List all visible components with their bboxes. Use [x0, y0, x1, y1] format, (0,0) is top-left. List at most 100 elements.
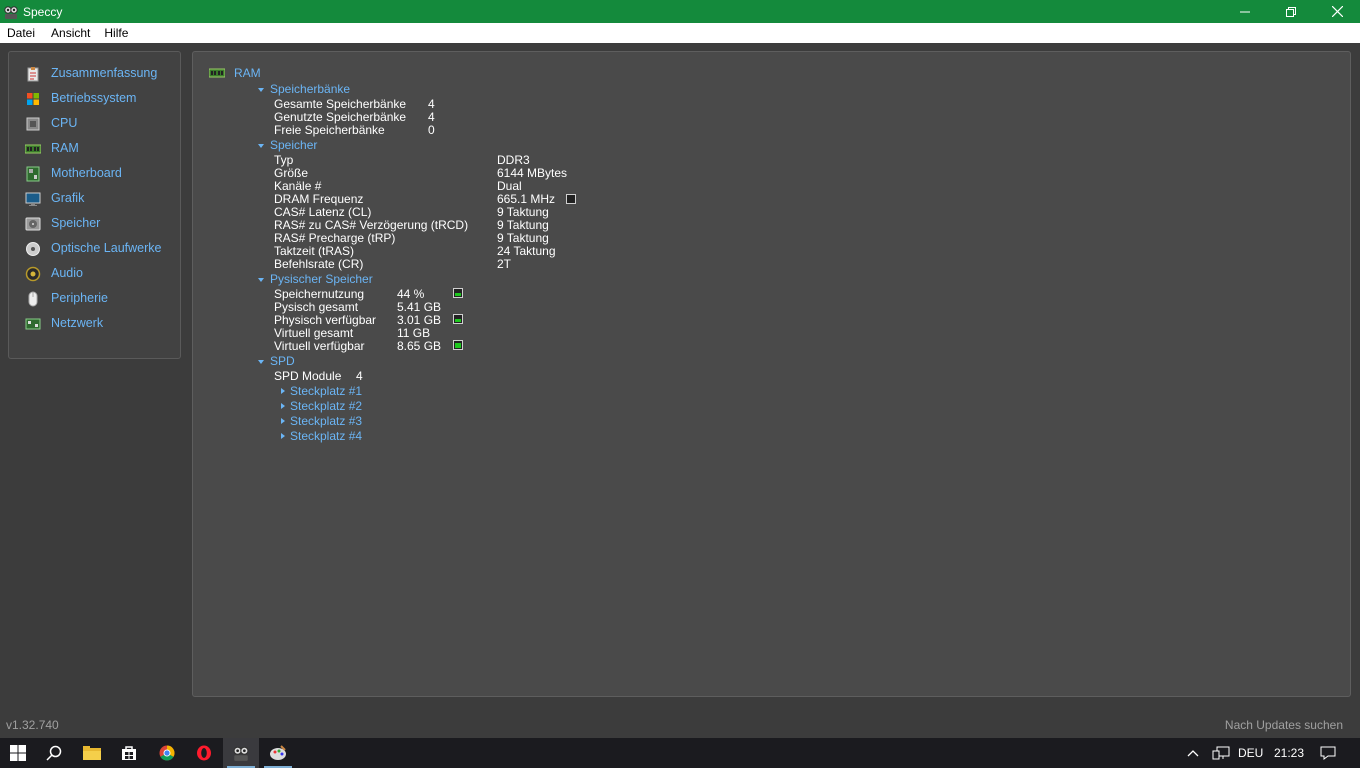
disc-icon: [25, 241, 41, 256]
expand-arrow-icon[interactable]: [281, 388, 285, 394]
sidebar-item-peripherie[interactable]: Peripherie: [25, 288, 108, 308]
spd-slot-3[interactable]: Steckplatz #3: [290, 415, 362, 428]
section-banks[interactable]: Speicherbänke: [270, 83, 350, 96]
restore-icon: [1286, 6, 1296, 17]
sidebar-item-label: Audio: [51, 266, 83, 280]
sidebar-item-label: CPU: [51, 116, 78, 130]
clock[interactable]: 21:23: [1274, 746, 1304, 760]
collapse-arrow-icon[interactable]: [258, 278, 264, 282]
cpu-chip-icon: [25, 116, 41, 131]
network-tray-icon: [1212, 746, 1230, 760]
sidebar-item-netzwerk[interactable]: Netzwerk: [25, 313, 103, 333]
virtual-available-gauge: [453, 340, 463, 350]
sidebar-item-optische-laufwerke[interactable]: Optische Laufwerke: [25, 238, 161, 258]
taskbar-store[interactable]: [111, 738, 147, 768]
search-icon: [46, 745, 62, 761]
motherboard-icon: [25, 166, 41, 182]
network-tray-button[interactable]: [1206, 738, 1236, 768]
close-button[interactable]: [1314, 0, 1360, 23]
taskbar-app[interactable]: [260, 738, 296, 768]
menu-ansicht[interactable]: Ansicht: [51, 26, 90, 40]
store-bag-icon: [122, 746, 136, 760]
sidebar-item-cpu[interactable]: CPU: [25, 113, 77, 133]
action-center-button[interactable]: [1312, 738, 1344, 768]
section-spd[interactable]: SPD: [270, 355, 295, 368]
speccy-app-icon: [3, 4, 19, 20]
menu-datei[interactable]: Datei: [7, 26, 35, 40]
expand-arrow-icon[interactable]: [281, 433, 285, 439]
monitor-icon: [25, 191, 41, 206]
taskbar-speccy[interactable]: [223, 738, 259, 768]
sidebar-item-label: RAM: [51, 141, 79, 155]
sidebar-item-motherboard[interactable]: Motherboard: [25, 163, 122, 183]
ram-module-icon: [24, 141, 42, 155]
main-panel: RAM Speicherbänke Gesamte Speicherbänke …: [192, 51, 1351, 697]
spd-slot-4[interactable]: Steckplatz #4: [290, 430, 362, 443]
sidebar-item-label: Speicher: [51, 216, 101, 230]
taskbar: DEU 21:23: [0, 738, 1360, 768]
minimize-button[interactable]: [1222, 0, 1268, 23]
spd-slot-2[interactable]: Steckplatz #2: [290, 400, 362, 413]
sidebar-item-speicher[interactable]: Speicher: [25, 213, 100, 233]
collapse-arrow-icon[interactable]: [258, 144, 264, 148]
check-updates-link[interactable]: Nach Updates suchen: [1225, 718, 1343, 732]
hard-drive-icon: [25, 216, 41, 231]
sidebar-item-label: Netzwerk: [51, 316, 104, 330]
speccy-app-icon: [233, 746, 249, 761]
sidebar-item-grafik[interactable]: Grafik: [25, 188, 84, 208]
sidebar-item-audio[interactable]: Audio: [25, 263, 83, 283]
ram-module-icon: [208, 67, 226, 82]
restore-button[interactable]: [1268, 0, 1314, 23]
chevron-up-icon: [1187, 750, 1199, 757]
folder-icon: [83, 746, 101, 760]
sidebar-item-label: Grafik: [51, 191, 85, 205]
collapse-arrow-icon[interactable]: [258, 360, 264, 364]
scrollbar[interactable]: [1352, 51, 1360, 697]
section-memory[interactable]: Speicher: [270, 139, 317, 152]
row-value: 8.65 GB: [397, 339, 442, 353]
spd-modules-label: SPD Module: [274, 369, 342, 383]
menu-bar: Datei Ansicht Hilfe: [0, 23, 1360, 43]
menu-hilfe[interactable]: Hilfe: [104, 26, 128, 40]
row-value: 0: [428, 123, 435, 137]
sidebar-item-label: Peripherie: [51, 291, 108, 305]
page-title: RAM: [234, 66, 261, 80]
expand-arrow-icon[interactable]: [281, 418, 285, 424]
taskbar-chrome[interactable]: [149, 738, 185, 768]
taskbar-opera[interactable]: [186, 738, 222, 768]
sidebar-item-ram[interactable]: RAM: [24, 138, 79, 158]
title-bar: Speccy: [0, 0, 1360, 23]
clipboard-icon: [25, 66, 41, 82]
sidebar-item-betriebssystem[interactable]: Betriebssystem: [25, 88, 136, 108]
frequency-gauge: [566, 194, 576, 204]
physical-available-gauge: [453, 314, 463, 324]
memory-usage-gauge: [453, 288, 463, 298]
sidebar-item-label: Motherboard: [51, 166, 122, 180]
close-icon: [1331, 6, 1343, 17]
language-indicator[interactable]: DEU: [1238, 746, 1263, 760]
mouse-icon: [25, 291, 41, 307]
start-button[interactable]: [0, 738, 36, 768]
minimize-icon: [1240, 11, 1250, 12]
notification-icon: [1320, 746, 1336, 760]
row-label: Freie Speicherbänke: [274, 123, 385, 137]
row-label: Virtuell verfügbar: [274, 339, 365, 353]
tray-overflow-button[interactable]: [1178, 738, 1208, 768]
search-button[interactable]: [36, 738, 72, 768]
expand-arrow-icon[interactable]: [281, 403, 285, 409]
windows-logo-icon: [25, 91, 41, 105]
row-value: 2T: [497, 257, 512, 271]
sidebar-item-label: Optische Laufwerke: [51, 241, 162, 255]
section-physical-memory[interactable]: Pysischer Speicher: [270, 273, 373, 286]
sidebar-item-label: Zusammenfassung: [51, 66, 158, 80]
spd-slot-1[interactable]: Steckplatz #1: [290, 385, 362, 398]
version-label: v1.32.740: [6, 718, 59, 732]
row-label: Befehlsrate (CR): [274, 257, 364, 271]
windows-start-icon: [10, 745, 26, 761]
taskbar-file-explorer[interactable]: [74, 738, 110, 768]
window-title: Speccy: [23, 4, 63, 19]
app-body: Zusammenfassung Betriebssystem CPU RAM M…: [0, 43, 1360, 738]
collapse-arrow-icon[interactable]: [258, 88, 264, 92]
sidebar-item-zusammenfassung[interactable]: Zusammenfassung: [25, 63, 157, 83]
paint-palette-icon: [270, 745, 286, 760]
